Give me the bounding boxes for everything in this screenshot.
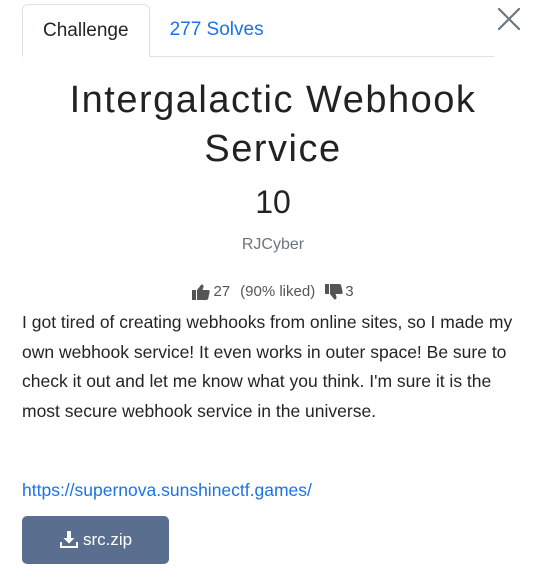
thumbs-down-icon[interactable] [325, 283, 343, 300]
close-button[interactable] [496, 6, 522, 32]
dislikes-count: 3 [345, 283, 354, 300]
download-label: src.zip [82, 530, 133, 549]
challenge-title: Intergalactic Webhook Service [69, 79, 477, 170]
close-icon [497, 7, 521, 31]
challenge-link[interactable]: https://supernova.sunshinectf.games/ [22, 480, 312, 501]
download-icon [59, 531, 78, 548]
tab-bar: Challenge 277 Solves [22, 4, 494, 57]
tab-challenge[interactable]: Challenge [22, 4, 150, 57]
likes-count: 27 [213, 283, 231, 300]
challenge-points: 10 [255, 184, 291, 220]
rating-row: 27 (90% liked) 3 [0, 283, 546, 300]
challenge-description: I got tired of creating webhooks from on… [22, 312, 513, 421]
challenge-author: RJCyber [241, 236, 305, 253]
challenge-modal: Challenge 277 Solves Intergalactic Webho… [0, 0, 546, 580]
liked-percent: (90% liked) [240, 283, 316, 300]
thumbs-up-icon[interactable] [192, 284, 211, 300]
tab-solves[interactable]: 277 Solves [150, 4, 284, 56]
download-button[interactable]: src.zip [22, 516, 169, 564]
